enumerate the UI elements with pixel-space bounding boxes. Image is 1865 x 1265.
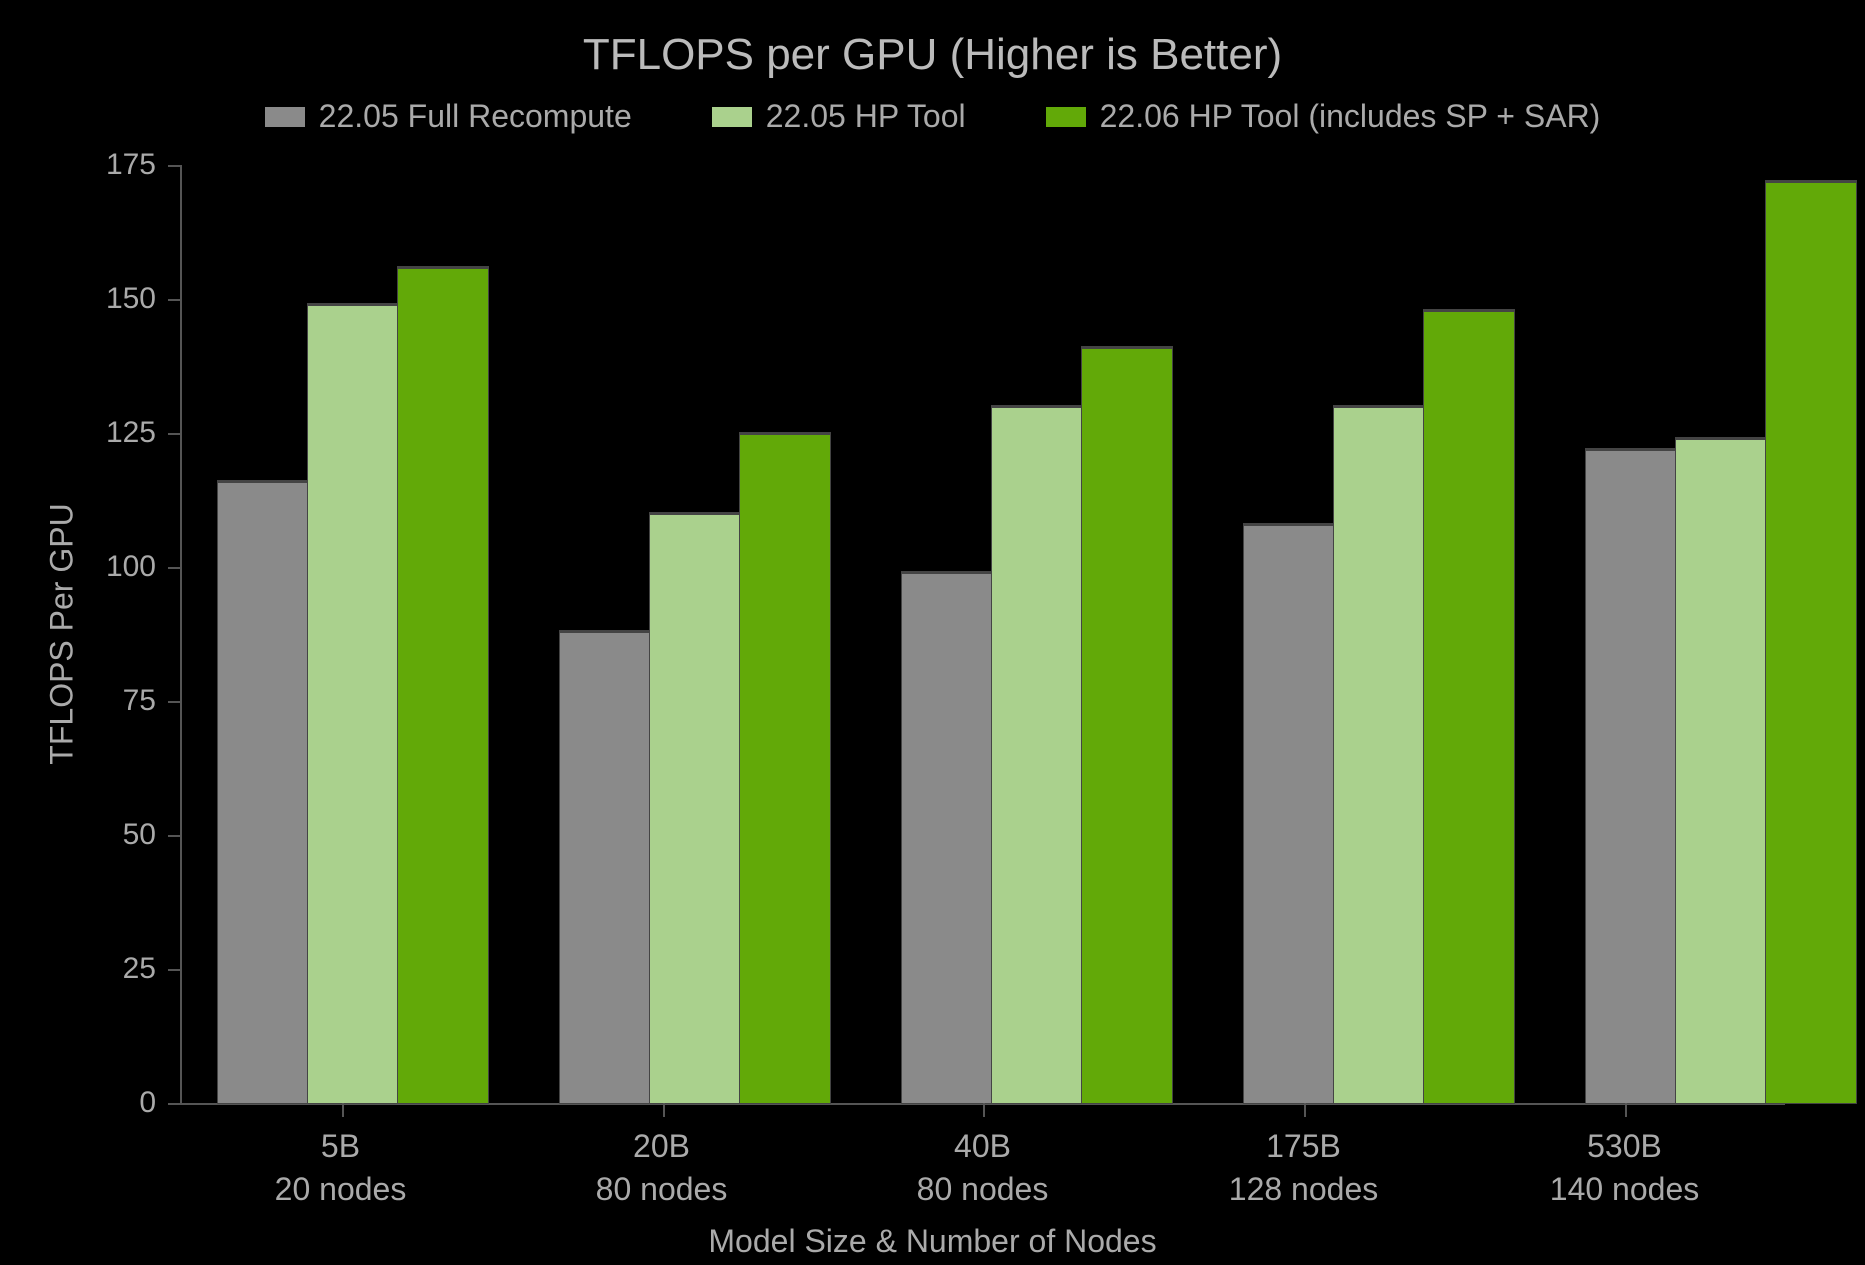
x-ticks xyxy=(182,1103,1785,1119)
x-category-label: 5B20 nodes xyxy=(180,1125,501,1211)
legend-item-1: 22.05 HP Tool xyxy=(712,98,966,135)
y-tick xyxy=(168,299,182,301)
y-tick-label: 0 xyxy=(139,1086,156,1120)
y-tick xyxy=(168,433,182,435)
bar-group xyxy=(1550,165,1865,1103)
legend-label-1: 22.05 HP Tool xyxy=(766,98,966,135)
legend-item-0: 22.05 Full Recompute xyxy=(265,98,632,135)
x-category-line2: 140 nodes xyxy=(1464,1168,1785,1211)
bar xyxy=(992,406,1082,1103)
y-tick xyxy=(168,165,182,167)
y-tick-label: 125 xyxy=(106,416,156,450)
x-tick xyxy=(823,1103,1144,1119)
y-tick-label: 25 xyxy=(123,952,156,986)
x-category-label: 530B140 nodes xyxy=(1464,1125,1785,1211)
bar xyxy=(650,513,740,1103)
legend-swatch-0 xyxy=(265,107,305,127)
x-category-label: 175B128 nodes xyxy=(1143,1125,1464,1211)
y-tick-label: 100 xyxy=(106,550,156,584)
bar xyxy=(398,267,488,1103)
y-tick xyxy=(168,969,182,971)
bar xyxy=(1334,406,1424,1103)
x-category-line1: 40B xyxy=(822,1125,1143,1168)
y-axis-label: TFLOPS Per GPU xyxy=(44,503,81,764)
y-tick-label: 175 xyxy=(106,148,156,182)
bar xyxy=(560,631,650,1103)
y-ticks: 0255075100125150175 xyxy=(164,165,182,1103)
x-category-label: 20B80 nodes xyxy=(501,1125,822,1211)
bar xyxy=(1586,449,1676,1103)
bar xyxy=(218,481,308,1103)
x-category-line2: 20 nodes xyxy=(180,1168,501,1211)
x-category-line1: 175B xyxy=(1143,1125,1464,1168)
x-category-line2: 128 nodes xyxy=(1143,1168,1464,1211)
y-tick-label: 75 xyxy=(123,684,156,718)
y-tick xyxy=(168,835,182,837)
y-tick-label: 50 xyxy=(123,818,156,852)
x-labels: 5B20 nodes20B80 nodes40B80 nodes175B128 … xyxy=(180,1125,1785,1211)
x-category-line2: 80 nodes xyxy=(822,1168,1143,1211)
x-category-line2: 80 nodes xyxy=(501,1168,822,1211)
x-tick xyxy=(1464,1103,1785,1119)
bar-group xyxy=(524,165,866,1103)
bars-area xyxy=(182,165,1785,1103)
bar xyxy=(1676,438,1766,1103)
bar-group xyxy=(866,165,1208,1103)
legend-swatch-1 xyxy=(712,107,752,127)
chart-container: TFLOPS per GPU (Higher is Better) 22.05 … xyxy=(0,0,1865,1265)
legend-item-2: 22.06 HP Tool (includes SP + SAR) xyxy=(1046,98,1601,135)
plot-area: TFLOPS Per GPU 0255075100125150175 xyxy=(180,165,1785,1105)
legend-label-0: 22.05 Full Recompute xyxy=(319,98,632,135)
x-tick xyxy=(503,1103,824,1119)
y-tick-label: 150 xyxy=(106,282,156,316)
bar xyxy=(902,572,992,1103)
x-category-line1: 530B xyxy=(1464,1125,1785,1168)
bar xyxy=(740,433,830,1103)
chart-title: TFLOPS per GPU (Higher is Better) xyxy=(40,30,1825,80)
x-tick xyxy=(182,1103,503,1119)
legend: 22.05 Full Recompute 22.05 HP Tool 22.06… xyxy=(40,98,1825,135)
y-tick xyxy=(168,701,182,703)
bar-group xyxy=(182,165,524,1103)
bar xyxy=(1424,310,1514,1103)
bar-group xyxy=(1208,165,1550,1103)
bar xyxy=(1082,347,1172,1103)
legend-swatch-2 xyxy=(1046,107,1086,127)
x-axis-title: Model Size & Number of Nodes xyxy=(40,1223,1825,1260)
y-tick xyxy=(168,1103,182,1105)
x-category-line1: 20B xyxy=(501,1125,822,1168)
bar xyxy=(308,304,398,1103)
x-category-label: 40B80 nodes xyxy=(822,1125,1143,1211)
bar xyxy=(1766,181,1856,1103)
x-tick xyxy=(1144,1103,1465,1119)
x-category-line1: 5B xyxy=(180,1125,501,1168)
y-tick xyxy=(168,567,182,569)
legend-label-2: 22.06 HP Tool (includes SP + SAR) xyxy=(1100,98,1601,135)
bar xyxy=(1244,524,1334,1103)
